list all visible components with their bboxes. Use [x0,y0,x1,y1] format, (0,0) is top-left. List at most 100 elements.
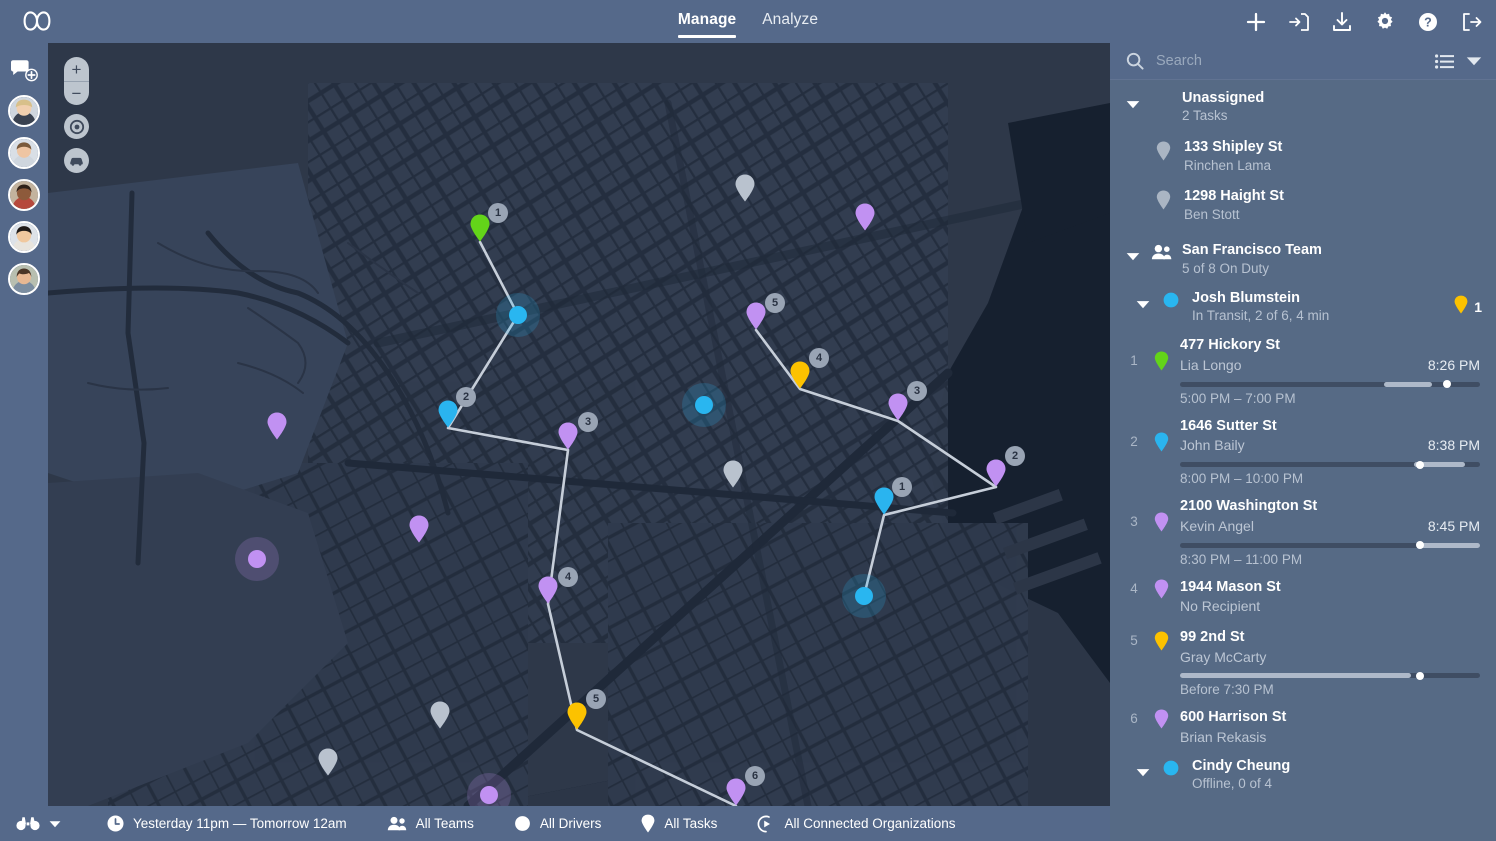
task-time-window: 5:00 PM – 7:00 PM [1180,391,1480,409]
help-icon[interactable]: ? [1417,11,1439,33]
driver-status: Offline, 0 of 4 [1192,775,1482,793]
task-time-window: 8:30 PM – 11:00 PM [1180,552,1480,570]
caret-down-icon[interactable] [1126,241,1140,266]
map-badge[interactable]: 3 [907,381,927,401]
import-icon[interactable] [1288,11,1310,33]
avatar[interactable] [8,221,40,253]
task-row[interactable]: 2 1646 Sutter St John Baily 8:38 PM 8:00… [1110,412,1496,492]
search-input[interactable] [1156,53,1423,69]
map-pin-gray[interactable] [318,748,339,776]
list-view-icon[interactable] [1435,54,1454,69]
map-badge[interactable]: 5 [765,293,785,313]
chat-add-icon[interactable] [9,59,39,85]
orgs-filter[interactable]: All Connected Organizations [757,815,955,833]
map-badge[interactable]: 4 [809,348,829,368]
view-selector[interactable] [16,816,61,831]
task-row[interactable]: 4 1944 Mason St No Recipient [1110,573,1496,623]
driver-dot[interactable] [842,574,886,618]
task-sequence-number: 6 [1126,708,1142,726]
map-pin-purple[interactable] [888,393,909,421]
avatar[interactable] [8,179,40,211]
map-pin-gray-icon [1154,187,1172,210]
group-san-francisco-team[interactable]: San Francisco Team 5 of 8 On Duty [1110,230,1496,284]
group-icon-placeholder [1150,89,1172,92]
map-pin-purple[interactable] [746,302,767,330]
map-pin-gray[interactable] [735,174,756,202]
driver-dot[interactable] [496,293,540,337]
map-badge[interactable]: 2 [1005,446,1025,466]
driver-dot[interactable] [467,773,511,806]
task-eta: 8:38 PM [1428,436,1480,455]
driver-status-dot [1160,289,1182,308]
task-meta: Gray McCarty [1180,648,1480,667]
map-pin-purple[interactable] [538,576,559,604]
tab-analyze[interactable]: Analyze [762,11,818,38]
map-pin-yellow[interactable] [790,361,811,389]
task-body: 477 Hickory St Lia Longo 8:26 PM 5:00 PM… [1180,336,1480,408]
map-pin-purple[interactable] [267,412,288,440]
chevron-down-icon[interactable] [1466,56,1482,66]
car-icon[interactable] [64,148,89,173]
task-timeline[interactable] [1180,673,1480,678]
tasks-filter[interactable]: All Tasks [641,814,717,833]
plus-icon[interactable] [1245,11,1267,33]
panel-content[interactable]: Unassigned 2 Tasks 133 Shipley St Rinche… [1110,80,1496,841]
map-pin-green[interactable] [470,214,491,242]
map-pin-gray[interactable] [723,460,744,488]
map-pin-purple[interactable] [855,203,876,231]
map-badge[interactable]: 6 [745,766,765,786]
tab-manage[interactable]: Manage [678,11,736,38]
task-row[interactable]: 1 477 Hickory St Lia Longo 8:26 PM 5:00 … [1110,331,1496,411]
drivers-filter[interactable]: All Drivers [514,815,602,832]
timeline-marker [1443,380,1451,388]
caret-down-icon[interactable] [1136,757,1150,782]
avatar[interactable] [8,95,40,127]
driver-dot[interactable] [682,383,726,427]
task-timeline[interactable] [1180,382,1480,387]
driver-cindy-cheung[interactable]: Cindy Cheung Offline, 0 of 4 [1110,753,1496,799]
teams-filter[interactable]: All Teams [387,816,474,831]
unassigned-task-row[interactable]: 133 Shipley St Rinchen Lama [1110,132,1496,181]
target-icon[interactable] [64,114,89,139]
map-pin-blue[interactable] [874,487,895,515]
map-pin-purple[interactable] [986,459,1007,487]
map-controls: + − [64,57,89,173]
map-pin-blue[interactable] [438,400,459,428]
download-icon[interactable] [1331,11,1353,33]
task-row[interactable]: 6 600 Harrison St Brian Rekasis [1110,703,1496,752]
task-row[interactable]: 5 99 2nd St Gray McCarty Before 7:30 PM [1110,623,1496,703]
group-title: Unassigned [1182,89,1482,107]
task-body: 99 2nd St Gray McCarty Before 7:30 PM [1180,628,1480,700]
map-pin-purple[interactable] [409,515,430,543]
map-pin-yellow[interactable] [567,702,588,730]
map-pin-purple[interactable] [558,422,579,450]
caret-down-icon[interactable] [1136,289,1150,314]
zoom-in-button[interactable]: + [64,57,89,81]
map-badge[interactable]: 1 [892,477,912,497]
map-canvas[interactable]: + − 1 2 [48,43,1110,806]
driver-dot[interactable] [235,537,279,581]
task-timeline[interactable] [1180,462,1480,467]
avatar[interactable] [8,263,40,295]
map-badge[interactable]: 2 [456,387,476,407]
map-badge[interactable]: 3 [578,412,598,432]
caret-down-icon[interactable] [1126,89,1140,114]
map-pin-purple[interactable] [726,778,747,806]
task-row[interactable]: 3 2100 Washington St Kevin Angel 8:45 PM… [1110,492,1496,572]
map-badge[interactable]: 1 [488,203,508,223]
map-badge[interactable]: 5 [586,689,606,709]
avatar[interactable] [8,137,40,169]
zoom-out-button[interactable]: − [64,81,89,105]
driver-josh-blumstein[interactable]: Josh Blumstein In Transit, 2 of 6, 4 min… [1110,285,1496,331]
group-unassigned[interactable]: Unassigned 2 Tasks [1110,80,1496,132]
task-timeline[interactable] [1180,543,1480,548]
logout-icon[interactable] [1460,11,1482,33]
map-pin-gray[interactable] [430,701,451,729]
unassigned-task-row[interactable]: 1298 Haight St Ben Stott [1110,181,1496,230]
map-badge[interactable]: 4 [558,567,578,587]
search-icon[interactable] [1126,52,1144,70]
task-sequence-number: 4 [1126,578,1142,596]
gear-icon[interactable] [1374,11,1396,33]
right-panel: Unassigned 2 Tasks 133 Shipley St Rinche… [1110,43,1496,841]
time-range-filter[interactable]: Yesterday 11pm — Tomorrow 12am [107,815,347,832]
